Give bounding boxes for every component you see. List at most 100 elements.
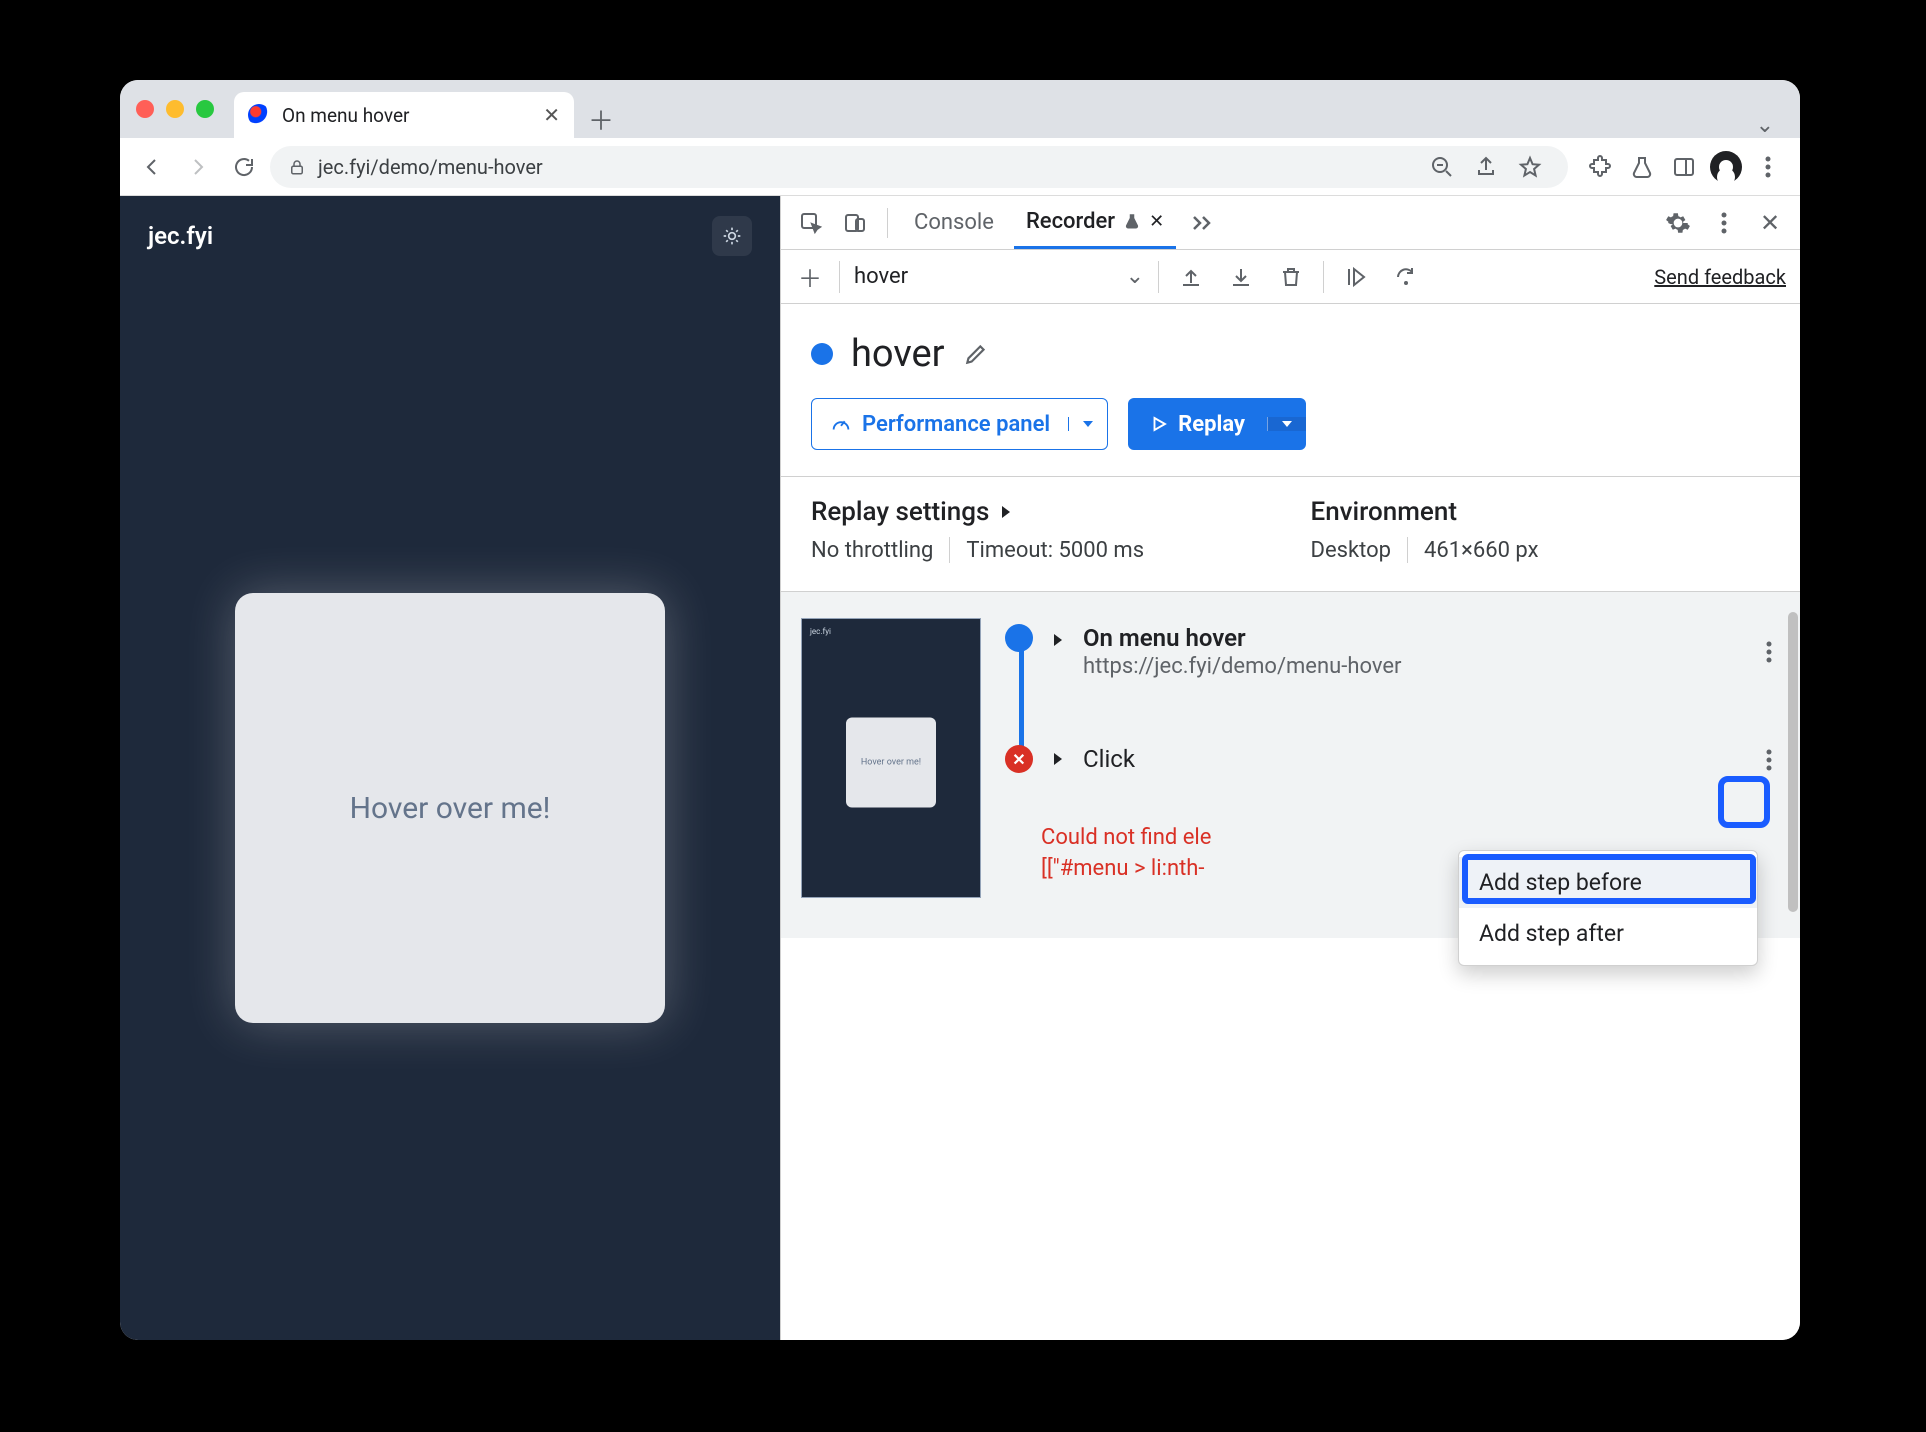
device-value: Desktop <box>1311 538 1392 563</box>
menu-item-add-step-after[interactable]: Add step after <box>1459 908 1757 959</box>
pencil-icon <box>963 341 989 367</box>
scrollbar[interactable] <box>1788 612 1798 912</box>
tab-recorder[interactable]: Recorder ✕ <box>1014 196 1176 249</box>
replay-button[interactable]: Replay <box>1128 398 1306 450</box>
maximize-window-icon[interactable] <box>196 100 214 118</box>
thumb-text: Hover over me! <box>861 758 921 768</box>
nav-toolbar: jec.fyi/demo/menu-hover <box>120 138 1800 196</box>
continue-button[interactable] <box>1338 259 1374 295</box>
devtools-panel: Console Recorder ✕ ✕ ＋ hover <box>780 196 1800 1340</box>
replay-dropdown[interactable] <box>1267 417 1306 431</box>
favicon-icon <box>248 104 270 126</box>
bookmark-button[interactable] <box>1510 147 1550 187</box>
step-button[interactable] <box>1388 259 1424 295</box>
step-menu-button[interactable] <box>1758 745 1780 775</box>
arrow-left-icon <box>140 155 164 179</box>
reload-button[interactable] <box>224 147 264 187</box>
timeline: On menu hover https://jec.fyi/demo/menu-… <box>1001 618 1780 898</box>
avatar-icon <box>1710 151 1742 183</box>
share-button[interactable] <box>1466 147 1506 187</box>
recorder-toolbar: ＋ hover ⌄ Send feedback <box>781 250 1800 304</box>
hover-card[interactable]: Hover over me! <box>235 593 665 1023</box>
step-row[interactable]: On menu hover https://jec.fyi/demo/menu-… <box>1001 618 1780 699</box>
thumb-card: Hover over me! <box>846 718 936 808</box>
page-header: jec.fyi <box>120 196 780 276</box>
labs-button[interactable] <box>1622 147 1662 187</box>
send-feedback-link[interactable]: Send feedback <box>1654 265 1786 289</box>
inspect-element-button[interactable] <box>793 205 829 241</box>
step-over-icon <box>1394 265 1418 289</box>
chrome-menu-button[interactable] <box>1748 147 1788 187</box>
rendered-page: jec.fyi Hover over me! <box>120 196 780 1340</box>
kebab-icon <box>1721 212 1727 234</box>
tabs-overflow-button[interactable]: ⌄ <box>1746 113 1784 138</box>
import-button[interactable] <box>1223 259 1259 295</box>
tab-recorder-label: Recorder <box>1026 209 1115 234</box>
more-tabs-button[interactable] <box>1184 205 1220 241</box>
new-recording-button[interactable]: ＋ <box>795 262 825 292</box>
kebab-icon <box>1766 641 1772 663</box>
delete-button[interactable] <box>1273 259 1309 295</box>
close-icon: ✕ <box>1760 209 1780 237</box>
browser-tab[interactable]: On menu hover ✕ <box>234 92 574 138</box>
content-area: jec.fyi Hover over me! Console Recorde <box>120 196 1800 1340</box>
divider <box>887 208 888 238</box>
recording-buttons: Performance panel Replay <box>781 376 1800 476</box>
tab-strip: On menu hover ✕ ＋ ⌄ <box>120 80 1800 138</box>
recording-status-icon <box>811 343 833 365</box>
performance-panel-label: Performance panel <box>862 412 1050 437</box>
extensions-button[interactable] <box>1580 147 1620 187</box>
step-row[interactable]: ✕ Click <box>1001 739 1780 795</box>
step-menu-button[interactable] <box>1758 637 1780 667</box>
export-button[interactable] <box>1173 259 1209 295</box>
zoom-button[interactable] <box>1422 147 1462 187</box>
divider <box>949 537 950 563</box>
minimize-window-icon[interactable] <box>166 100 184 118</box>
card-text: Hover over me! <box>350 791 551 826</box>
theme-toggle-button[interactable] <box>712 216 752 256</box>
throttling-value: No throttling <box>811 538 933 563</box>
thumb-title: jec.fyi <box>810 627 831 636</box>
site-title[interactable]: jec.fyi <box>148 222 213 250</box>
browser-window: On menu hover ✕ ＋ ⌄ jec.fyi/demo/menu-ho… <box>120 80 1800 1340</box>
step-url: https://jec.fyi/demo/menu-hover <box>1083 654 1740 679</box>
viewport-value: 461×660 px <box>1424 538 1539 563</box>
edit-name-button[interactable] <box>963 341 989 367</box>
zoom-out-icon <box>1430 155 1454 179</box>
panel-icon <box>1672 155 1696 179</box>
close-tab-icon[interactable]: ✕ <box>543 103 560 127</box>
reload-icon <box>232 155 256 179</box>
close-window-icon[interactable] <box>136 100 154 118</box>
recording-header: hover <box>781 304 1800 376</box>
divider <box>1323 261 1324 293</box>
devtools-menu-button[interactable] <box>1706 205 1742 241</box>
page-body: Hover over me! <box>120 276 780 1340</box>
performance-panel-button[interactable]: Performance panel <box>811 398 1108 450</box>
recording-selector[interactable]: hover ⌄ <box>854 264 1144 289</box>
back-button[interactable] <box>132 147 172 187</box>
flask-icon <box>1123 212 1141 230</box>
screenshot-thumbnail[interactable]: jec.fyi Hover over me! <box>801 618 981 898</box>
replay-settings-header[interactable]: Replay settings <box>811 497 1271 527</box>
devtools-settings-button[interactable] <box>1660 205 1696 241</box>
step-error-icon: ✕ <box>1005 745 1033 773</box>
tab-console[interactable]: Console <box>902 196 1006 249</box>
profile-button[interactable] <box>1706 147 1746 187</box>
device-toolbar-button[interactable] <box>837 205 873 241</box>
performance-dropdown[interactable] <box>1068 417 1107 431</box>
play-icon <box>1150 415 1168 433</box>
new-tab-button[interactable]: ＋ <box>582 100 620 138</box>
divider <box>839 261 840 293</box>
divider <box>1407 537 1408 563</box>
recording-selector-label: hover <box>854 264 908 289</box>
close-tab-icon[interactable]: ✕ <box>1149 211 1164 232</box>
tab-console-label: Console <box>914 210 994 235</box>
side-panel-button[interactable] <box>1664 147 1704 187</box>
devtools-close-button[interactable]: ✕ <box>1752 205 1788 241</box>
forward-button[interactable] <box>178 147 218 187</box>
menu-item-add-step-before[interactable]: Add step before <box>1459 857 1757 908</box>
caret-right-icon <box>999 504 1013 520</box>
recording-name: hover <box>851 332 945 376</box>
kebab-icon <box>1765 156 1771 178</box>
omnibox[interactable]: jec.fyi/demo/menu-hover <box>270 146 1568 188</box>
